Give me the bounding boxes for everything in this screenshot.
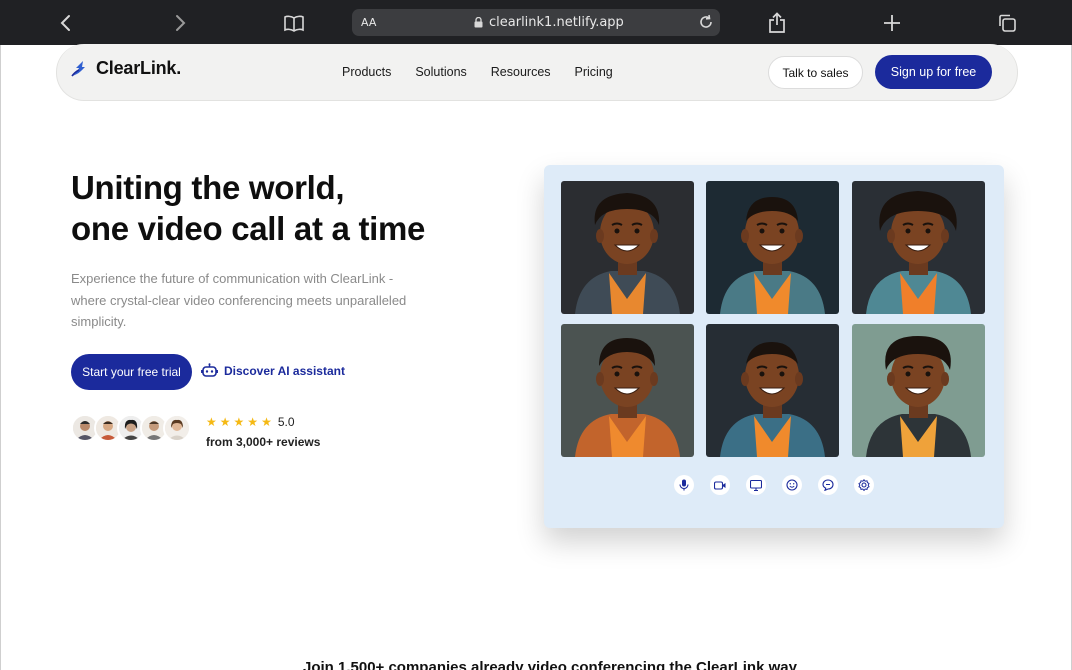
star-icon: ★: [219, 415, 231, 429]
star-icon: ★: [261, 415, 272, 429]
settings-icon[interactable]: [854, 475, 874, 495]
star-icon: ★: [206, 415, 217, 429]
bookmarks-icon[interactable]: [280, 9, 308, 37]
microphone-icon[interactable]: [674, 475, 694, 495]
main-menu: Products Solutions Resources Pricing: [342, 65, 613, 79]
review-count: from 3,000+ reviews: [206, 435, 321, 449]
participant-video-tile[interactable]: [852, 324, 985, 457]
camera-icon[interactable]: [710, 475, 730, 495]
hero-title: Uniting the world, one video call at a t…: [71, 167, 491, 249]
web-page: ClearLink. Products Solutions Resources …: [0, 44, 1072, 670]
rating-value: 5.0: [277, 415, 295, 429]
call-controls: [674, 475, 874, 495]
address-bar[interactable]: AA clearlink1.netlify.app: [352, 9, 720, 36]
brand-name: ClearLink.: [96, 58, 182, 78]
forward-button[interactable]: [166, 9, 194, 37]
participant-video-tile[interactable]: [561, 181, 694, 314]
menu-item-products[interactable]: Products: [342, 65, 391, 79]
participant-video-tile[interactable]: [706, 324, 839, 457]
share-icon[interactable]: [763, 9, 791, 37]
talk-to-sales-button[interactable]: Talk to sales: [768, 56, 863, 89]
robot-icon: [201, 363, 218, 377]
start-free-trial-button[interactable]: Start your free trial: [71, 354, 192, 390]
sign-up-button[interactable]: Sign up for free: [875, 55, 992, 89]
star-icon: ★: [247, 415, 259, 429]
reload-icon[interactable]: [697, 13, 715, 31]
menu-item-resources[interactable]: Resources: [491, 65, 551, 79]
discover-ai-label: Discover AI assistant: [224, 363, 345, 378]
brand-logo[interactable]: ClearLink.: [70, 58, 181, 79]
browser-toolbar: AA clearlink1.netlify.app: [0, 0, 1072, 45]
reviewer-avatars: [71, 414, 191, 442]
star-rating: ★ ★ ★ ★ ★ 5.0: [206, 415, 320, 429]
site-navbar: ClearLink. Products Solutions Resources …: [56, 44, 1018, 101]
screen-share-icon[interactable]: [746, 475, 766, 495]
hero-subtitle: Experience the future of communication w…: [71, 271, 407, 329]
hero-title-line-2: one video call at a time: [71, 210, 426, 247]
menu-item-solutions[interactable]: Solutions: [415, 65, 466, 79]
participant-video-tile[interactable]: [706, 181, 839, 314]
tabs-overview-icon[interactable]: [993, 9, 1021, 37]
rating-block: ★ ★ ★ ★ ★ 5.0 from 3,000+ reviews: [206, 415, 320, 449]
chat-icon[interactable]: [818, 475, 838, 495]
emoji-icon[interactable]: [782, 475, 802, 495]
companies-teaser: Join 1,500+ companies already video conf…: [303, 659, 797, 670]
url-text: clearlink1.netlify.app: [489, 15, 624, 30]
lock-icon: [474, 17, 483, 28]
hero-title-line-1: Uniting the world,: [71, 169, 345, 206]
clearlink-logo-icon: [71, 60, 85, 76]
avatar: [163, 414, 191, 442]
menu-item-pricing[interactable]: Pricing: [575, 65, 613, 79]
participant-video-tile[interactable]: [852, 181, 985, 314]
new-tab-icon[interactable]: [878, 9, 906, 37]
discover-ai-link[interactable]: Discover AI assistant: [201, 363, 345, 378]
star-icon: ★: [233, 415, 245, 429]
video-call-preview: [544, 165, 1004, 528]
back-button[interactable]: [52, 9, 80, 37]
participant-video-tile[interactable]: [561, 324, 694, 457]
text-size-button[interactable]: AA: [361, 16, 376, 29]
